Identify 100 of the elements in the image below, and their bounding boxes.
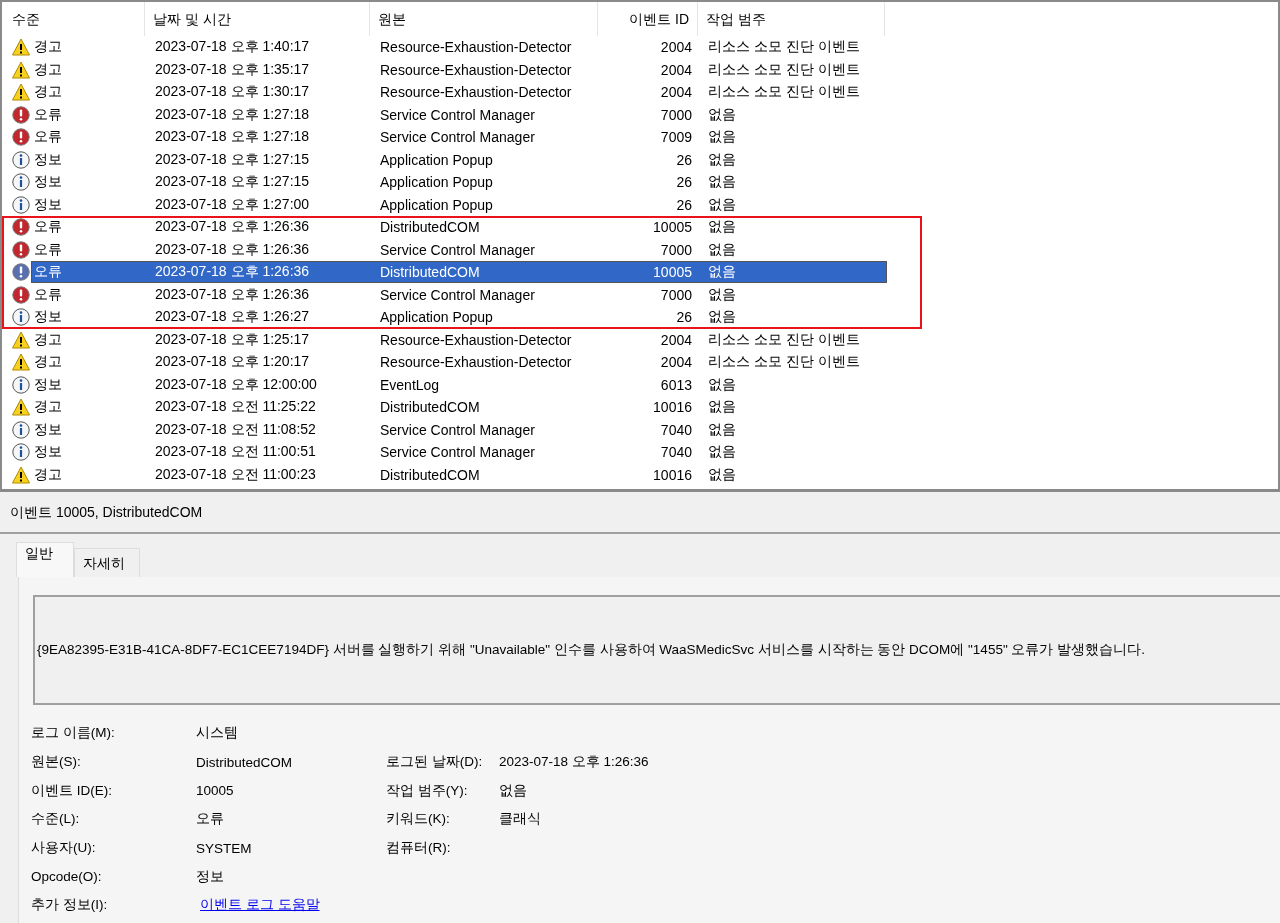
event-row[interactable]: 정보 2023-07-18 오후 1:27:00 Application Popup 26 없음 [2, 193, 922, 216]
category-cell-text: 없음 [707, 128, 737, 147]
date-cell-text: 2023-07-18 오후 1:27:15 [154, 150, 311, 169]
event-message: {9EA82395-E31B-41CA-8DF7-EC1CEE7194DF} 서버를 실행하기 위해 "Unavailable" 인수를 사용하여 WaaSMedicSvc 서비스를 시작하는 동안 DCOM에 "1455" 오류가 발생했습니다. [37, 641, 1145, 659]
category-cell-text: 없음 [707, 105, 737, 124]
source-cell-text: DistributedCOM [379, 264, 481, 281]
source-cell-text: Application Popup [379, 174, 494, 191]
event-id-cell-text: 6013 [659, 376, 693, 393]
date-cell-text: 2023-07-18 오전 11:08:52 [154, 420, 317, 439]
category-cell-text: 없음 [707, 173, 737, 192]
event-row[interactable]: 경고 2023-07-18 오후 1:20:17 Resource-Exhaustion-Detector 2004 리소스 소모 진단 이벤트 [2, 351, 922, 374]
event-row[interactable]: 정보 2023-07-18 오후 1:27:15 Application Popup 26 없음 [2, 171, 922, 194]
source-cell-text: Service Control Manager [379, 444, 536, 461]
level-cell-text: 정보 [33, 195, 63, 214]
event-row[interactable]: 오류 2023-07-18 오후 1:26:36 Service Control Manager 7000 없음 [2, 283, 922, 306]
level-cell-text: 오류 [33, 263, 63, 282]
event-row[interactable]: 경고 2023-07-18 오후 1:35:17 Resource-Exhaustion-Detector 2004 리소스 소모 진단 이벤트 [2, 58, 922, 81]
property-value: 없음 [499, 781, 528, 800]
category-cell-text: 없음 [707, 375, 737, 394]
tab[interactable]: 자세히 [74, 548, 140, 577]
help-link[interactable]: 이벤트 로그 도움말 [196, 897, 320, 913]
source-cell-text: Resource-Exhaustion-Detector [379, 84, 573, 101]
event-row[interactable]: 정보 2023-07-18 오전 11:00:51 Service Control Manager 7040 없음 [2, 441, 922, 464]
property-label: 작업 범주(Y): [386, 781, 469, 800]
property-value: 2023-07-18 오후 1:26:36 [499, 753, 650, 772]
property-label: 키워드(K): [386, 810, 451, 829]
event-id-cell-text: 2004 [659, 84, 693, 101]
event-id-cell-text: 2004 [659, 354, 693, 371]
level-cell-text: 오류 [33, 105, 63, 124]
event-id-cell-text: 2004 [659, 331, 693, 348]
level-cell-text: 정보 [33, 443, 63, 462]
category-cell-text: 리소스 소모 진단 이벤트 [707, 353, 861, 372]
event-row[interactable]: 경고 2023-07-18 오후 1:30:17 Resource-Exhaustion-Detector 2004 리소스 소모 진단 이벤트 [2, 81, 922, 104]
event-row[interactable]: 경고 2023-07-18 오후 1:40:17 Resource-Exhaustion-Detector 2004 리소스 소모 진단 이벤트 [2, 36, 922, 59]
level-cell-text: 경고 [33, 330, 63, 349]
event-id-cell-text: 7009 [659, 129, 693, 146]
source-cell-text: DistributedCOM [379, 466, 481, 483]
property-label: 추가 정보(I): [31, 896, 109, 915]
event-row[interactable]: 정보 2023-07-18 오후 1:27:15 Application Popup 26 없음 [2, 148, 922, 171]
property-label: 로그 이름(M): [31, 724, 116, 743]
event-row[interactable]: 정보 2023-07-18 오전 11:08:52 Service Control Manager 7040 없음 [2, 418, 922, 441]
category-cell-text: 없음 [707, 398, 737, 417]
date-cell-text: 2023-07-18 오후 1:35:17 [154, 60, 311, 79]
property-label: 원본(S): [31, 753, 82, 772]
event-id-cell-text: 10005 [652, 219, 693, 236]
event-row[interactable]: 오류 2023-07-18 오후 1:26:36 DistributedCOM 10005 없음 [2, 216, 922, 239]
event-id-cell-text: 26 [675, 174, 693, 191]
event-row[interactable]: 오류 2023-07-18 오후 1:27:18 Service Control Manager 7009 없음 [2, 126, 922, 149]
level-cell-text: 오류 [33, 218, 63, 237]
property-label: 로그된 날짜(D): [386, 753, 484, 772]
category-cell-text: 리소스 소모 진단 이벤트 [707, 83, 861, 102]
column-header[interactable]: 수준 [2, 2, 145, 36]
source-cell-text: DistributedCOM [379, 399, 481, 416]
date-cell-text: 2023-07-18 오후 1:26:36 [154, 263, 311, 282]
column-header[interactable]: 날짜 및 시간 [145, 2, 370, 36]
level-cell-text: 정보 [33, 420, 63, 439]
source-cell-text: Service Control Manager [379, 129, 536, 146]
source-cell-text: Service Control Manager [379, 421, 536, 438]
event-id-cell-text: 26 [675, 151, 693, 168]
column-header[interactable]: 원본 [370, 2, 598, 36]
property-value: 오류 [196, 810, 225, 829]
date-cell-text: 2023-07-18 오후 1:26:36 [154, 285, 311, 304]
date-cell-text: 2023-07-18 오전 11:00:51 [154, 443, 317, 462]
event-id-cell-text: 10016 [652, 399, 693, 416]
date-cell-text: 2023-07-18 오후 1:30:17 [154, 83, 311, 102]
level-cell-text: 정보 [33, 173, 63, 192]
column-header[interactable]: 이벤트 ID [598, 2, 698, 36]
level-cell-text: 오류 [33, 240, 63, 259]
event-id-cell-text: 7040 [659, 421, 693, 438]
source-cell-text: Resource-Exhaustion-Detector [379, 331, 573, 348]
date-cell-text: 2023-07-18 오후 1:25:17 [154, 330, 311, 349]
source-cell-text: Resource-Exhaustion-Detector [379, 61, 573, 78]
category-cell-text: 없음 [707, 240, 737, 259]
source-cell-text: Service Control Manager [379, 286, 536, 303]
property-label: 이벤트 ID(E): [31, 781, 113, 800]
category-cell-text: 없음 [707, 465, 737, 484]
category-cell-text: 없음 [707, 285, 737, 304]
event-row[interactable]: 오류 2023-07-18 오후 1:27:18 Service Control Manager 7000 없음 [2, 103, 922, 126]
level-cell-text: 오류 [33, 128, 63, 147]
event-id-cell-text: 7000 [659, 241, 693, 258]
event-id-cell-text: 2004 [659, 39, 693, 56]
event-id-cell-text: 7000 [659, 106, 693, 123]
category-cell-text: 리소스 소모 진단 이벤트 [707, 38, 861, 57]
date-cell-text: 2023-07-18 오후 1:26:27 [154, 308, 311, 327]
category-cell-text: 없음 [707, 150, 737, 169]
event-row[interactable]: 정보 2023-07-18 오후 1:26:27 Application Popup 26 없음 [2, 306, 922, 329]
property-value: SYSTEM [196, 840, 253, 856]
event-row[interactable]: 경고 2023-07-18 오후 1:25:17 Resource-Exhaustion-Detector 2004 리소스 소모 진단 이벤트 [2, 328, 922, 351]
event-id-cell-text: 10016 [652, 466, 693, 483]
property-label: Opcode(O): [31, 869, 103, 885]
tab[interactable]: 일반 [16, 542, 74, 577]
event-row[interactable]: 경고 2023-07-18 오전 11:00:23 DistributedCOM 10016 없음 [2, 463, 922, 486]
column-header[interactable]: 작업 범주 [698, 2, 885, 36]
event-row[interactable]: 정보 2023-07-18 오후 12:00:00 EventLog 6013 없음 [2, 373, 922, 396]
category-cell-text: 없음 [707, 195, 737, 214]
category-cell-text: 없음 [707, 443, 737, 462]
property-label: 컴퓨터(R): [386, 839, 452, 858]
category-cell-text: 리소스 소모 진단 이벤트 [707, 60, 861, 79]
event-row[interactable]: 경고 2023-07-18 오전 11:25:22 DistributedCOM 10016 없음 [2, 396, 922, 419]
level-cell-text: 경고 [33, 398, 63, 417]
